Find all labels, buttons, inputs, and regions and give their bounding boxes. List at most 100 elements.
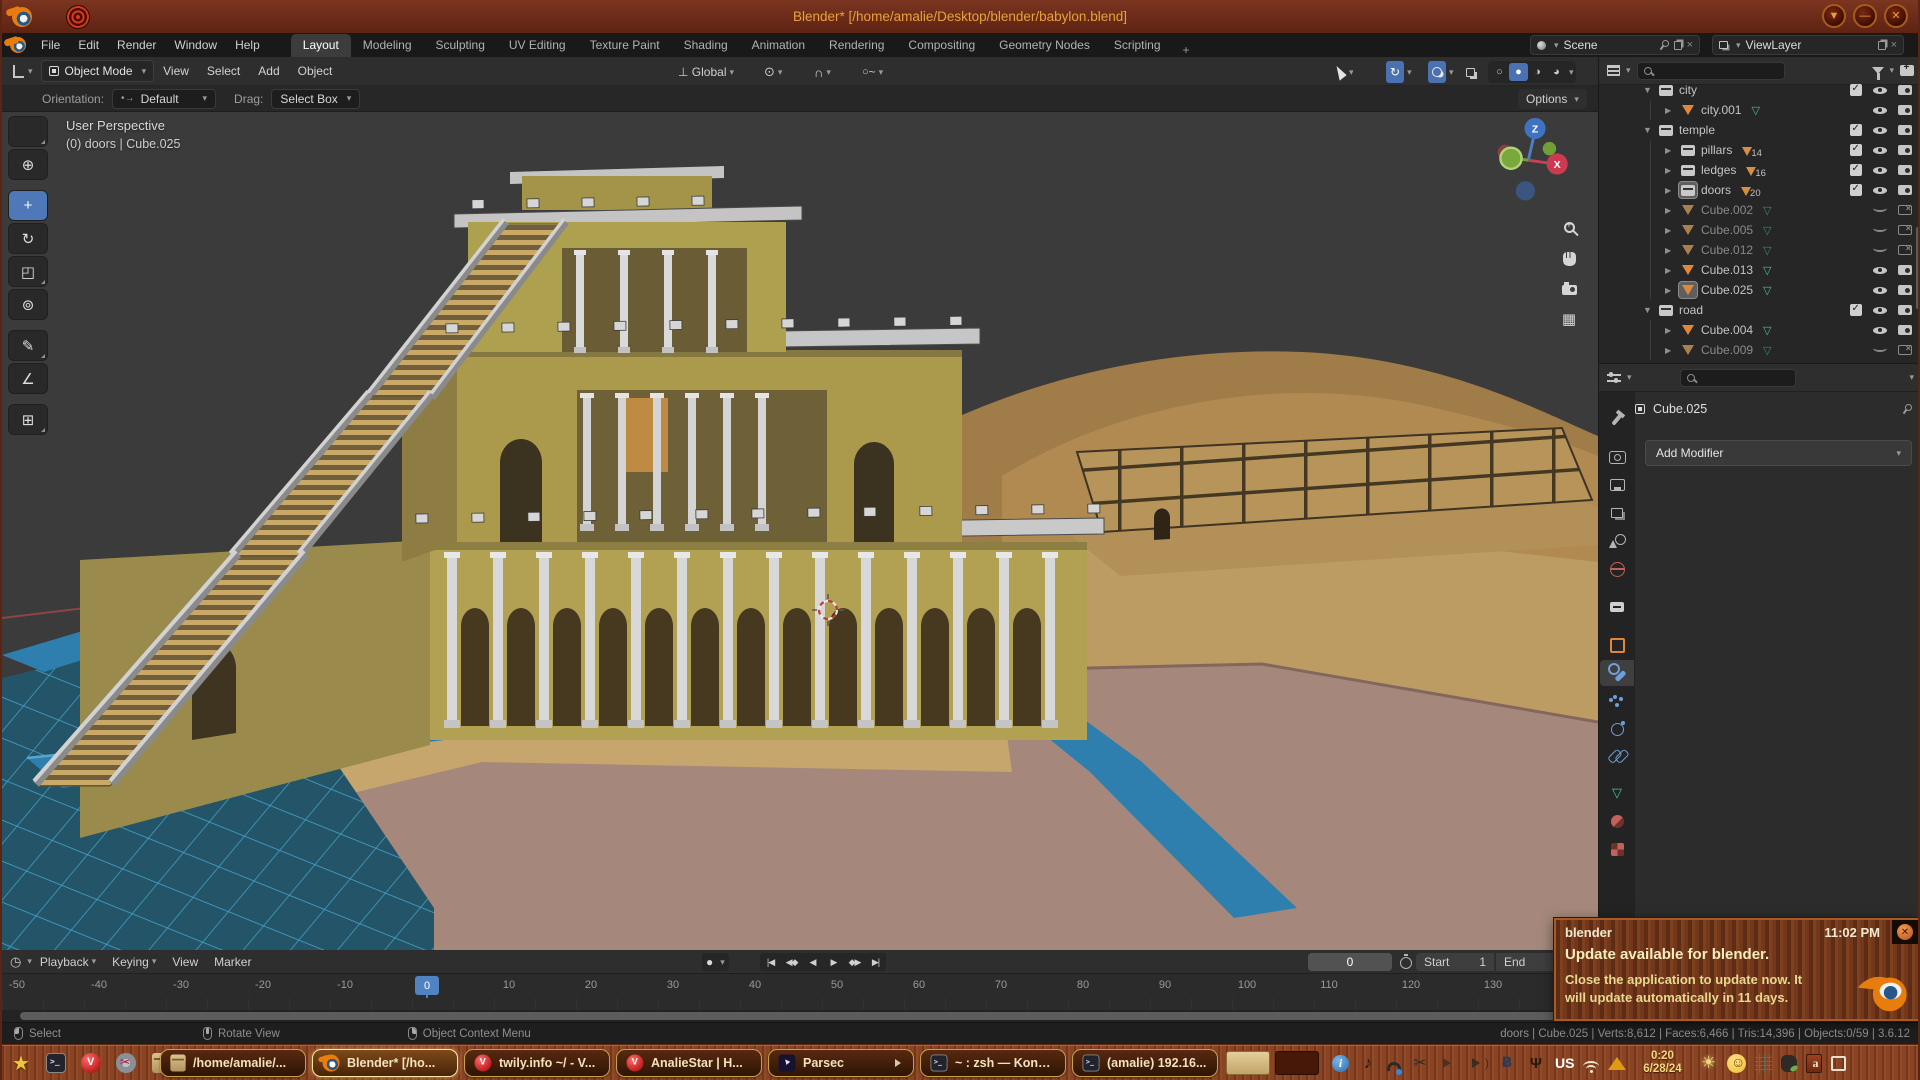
view-layer-selector[interactable]: ▾ ViewLayer × <box>1712 35 1904 55</box>
outliner-row[interactable]: doors 20 ▽ <box>1599 180 1920 200</box>
tray-updates-icon[interactable] <box>1608 1057 1626 1070</box>
outliner-row[interactable]: Cube.009 ▽ <box>1599 340 1920 360</box>
move-tool[interactable]: + <box>8 190 48 221</box>
workspace-tab[interactable]: Sculpting <box>424 34 497 57</box>
tab-object-properties[interactable] <box>1600 632 1634 658</box>
collection-exclude-checkbox[interactable] <box>1850 84 1862 96</box>
launcher-video-editor[interactable] <box>115 1052 137 1074</box>
workspace-tab[interactable]: UV Editing <box>497 34 578 57</box>
new-collection-button[interactable] <box>1900 65 1914 76</box>
tray-night-light-icon[interactable]: ☀ <box>1698 1053 1718 1073</box>
outliner-row[interactable]: Cube.002 ▽ <box>1599 200 1920 220</box>
task-vivaldi-analiestar[interactable]: AnalieStar | H... <box>616 1049 762 1077</box>
hide-in-viewport-toggle[interactable] <box>1873 124 1887 136</box>
viewport-menu-item[interactable]: View <box>154 64 198 78</box>
hide-in-viewport-toggle[interactable] <box>1873 304 1887 316</box>
new-view-layer-icon[interactable] <box>1878 41 1886 50</box>
task-blender[interactable]: Blender* [/ho... <box>312 1049 458 1077</box>
tab-output-properties[interactable] <box>1600 472 1634 498</box>
mode-dropdown[interactable]: Object Mode ▾ <box>41 60 155 82</box>
outliner-row[interactable]: road ▽ <box>1599 300 1920 320</box>
outliner-filter-dropdown[interactable]: ▾ <box>1872 65 1894 76</box>
tray-bluetooth-icon[interactable]: Ƀ <box>1497 1053 1517 1073</box>
workspace-tab[interactable]: Modeling <box>351 34 424 57</box>
jump-to-end-button[interactable]: ▶| <box>865 953 886 971</box>
outliner-row[interactable]: ledges 16 ▽ <box>1599 160 1920 180</box>
expand-arrow[interactable] <box>1665 145 1679 155</box>
outliner-row[interactable]: Cube.004 ▽ <box>1599 320 1920 340</box>
hide-in-viewport-toggle[interactable] <box>1873 84 1887 96</box>
pin-icon[interactable] <box>1659 40 1669 50</box>
current-frame-field[interactable]: 0 <box>1308 953 1392 971</box>
timeline-ruler[interactable]: -50 -40 -30 -20 -10 0 10 20 30 40 50 <box>2 974 1598 998</box>
task-file-manager[interactable]: /home/amalie/... <box>160 1049 306 1077</box>
show-overlays-toggle[interactable]: ▾ <box>1428 61 1454 83</box>
workspace-tab[interactable]: Compositing <box>896 34 987 57</box>
viewport-menu-item[interactable]: Add <box>249 64 288 78</box>
outliner-row[interactable]: city ▽ <box>1599 80 1920 100</box>
outliner-row[interactable]: temple ▽ <box>1599 120 1920 140</box>
workspace-tab[interactable]: Rendering <box>817 34 896 57</box>
editor-type-timeline[interactable]: ◷▾ <box>10 954 32 970</box>
hide-in-viewport-toggle[interactable] <box>1873 184 1887 196</box>
snap-toggle[interactable]: ∩▾ <box>814 61 831 83</box>
outliner-display-mode-dropdown[interactable]: ▾ <box>1607 65 1631 76</box>
shade-window-button[interactable]: ▼ <box>1822 4 1846 28</box>
expand-arrow[interactable] <box>1665 285 1679 295</box>
tab-physics-properties[interactable] <box>1600 716 1634 742</box>
hide-in-viewport-toggle[interactable] <box>1873 284 1887 296</box>
3d-viewport[interactable]: User Perspective (0) doors | Cube.025 ⊕ … <box>2 112 1598 950</box>
add-workspace-button[interactable]: + <box>1173 43 1200 57</box>
add-modifier-button[interactable]: Add Modifier▾ <box>1645 440 1912 466</box>
app-menu-item[interactable]: Edit <box>69 38 108 52</box>
shading-rendered-button[interactable]: ◕ <box>1547 63 1566 81</box>
disable-in-renders-toggle[interactable] <box>1898 185 1912 195</box>
tray-wifi-icon[interactable] <box>1583 1061 1599 1072</box>
workspace-tab[interactable]: Layout <box>291 34 351 57</box>
launcher-vivaldi[interactable] <box>80 1052 102 1074</box>
task-konsole-zsh[interactable]: ~ : zsh — Konso... <box>920 1049 1066 1077</box>
scale-tool[interactable]: ◰ <box>8 256 48 287</box>
hide-in-viewport-toggle[interactable] <box>1873 244 1887 256</box>
hide-in-viewport-toggle[interactable] <box>1873 164 1887 176</box>
outliner-row[interactable]: pillars 14 ▽ <box>1599 140 1920 160</box>
tab-collection-properties[interactable] <box>1600 594 1634 620</box>
blender-menu-icon[interactable] <box>10 37 26 53</box>
shading-wireframe-button[interactable]: ○ <box>1490 63 1509 81</box>
tab-scene-properties[interactable] <box>1600 528 1634 554</box>
expand-arrow[interactable] <box>1643 125 1657 135</box>
expand-arrow[interactable] <box>1665 325 1679 335</box>
editor-type-properties[interactable]: ▾ <box>1607 372 1632 384</box>
previous-frame-button[interactable]: ◀ <box>802 953 823 971</box>
pager-workspace-1[interactable] <box>1226 1051 1270 1075</box>
show-gizmos-toggle[interactable]: ↻▾ <box>1386 61 1412 83</box>
orientation-dropdown[interactable]: •→Default▾ <box>112 89 216 109</box>
tray-info-icon[interactable]: i <box>1332 1055 1349 1072</box>
annotate-tool[interactable]: ✎ <box>8 330 48 361</box>
tab-modifier-properties[interactable] <box>1600 660 1634 686</box>
app-menu-item[interactable]: Render <box>108 38 165 52</box>
hide-in-viewport-toggle[interactable] <box>1873 264 1887 276</box>
tray-volume-icon[interactable] <box>1468 1053 1488 1073</box>
use-preview-range-icon[interactable] <box>1400 957 1412 969</box>
tab-particle-properties[interactable] <box>1600 688 1634 714</box>
expand-arrow[interactable] <box>1643 85 1657 95</box>
collection-exclude-checkbox[interactable] <box>1850 304 1862 316</box>
hide-in-viewport-toggle[interactable] <box>1873 204 1887 216</box>
shading-solid-button[interactable]: ● <box>1509 63 1528 81</box>
task-parsec[interactable]: Parsec <box>768 1049 914 1077</box>
outliner-search-input[interactable] <box>1637 62 1785 80</box>
new-scene-icon[interactable] <box>1674 41 1682 50</box>
properties-search-input[interactable] <box>1680 369 1796 387</box>
expand-arrow[interactable] <box>1665 165 1679 175</box>
outliner-row[interactable]: Cube.025 ▽ <box>1599 280 1920 300</box>
disable-in-renders-toggle[interactable] <box>1898 305 1912 315</box>
drag-dropdown[interactable]: Select Box▾ <box>271 89 360 109</box>
tab-tool-properties[interactable] <box>1600 406 1634 432</box>
disable-in-renders-toggle[interactable] <box>1898 285 1912 295</box>
tab-material-properties[interactable] <box>1600 808 1634 834</box>
expand-arrow[interactable] <box>1665 105 1679 115</box>
expand-arrow[interactable] <box>1665 205 1679 215</box>
close-window-button[interactable]: ✕ <box>1884 4 1908 28</box>
app-menu-item[interactable]: Window <box>165 38 226 52</box>
